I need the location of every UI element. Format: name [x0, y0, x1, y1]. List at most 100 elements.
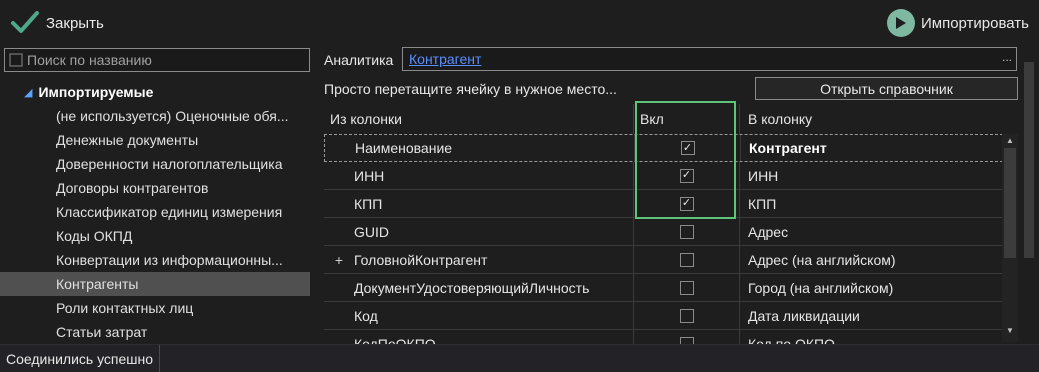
drag-hint: Просто перетащите ячейку в нужное место.…: [324, 81, 617, 97]
from-column-cell[interactable]: ИНН: [324, 162, 634, 189]
analytics-field[interactable]: Контрагент ...: [402, 47, 1017, 71]
from-column-cell[interactable]: КодПоОКПО: [324, 330, 634, 344]
panel-scrollbar[interactable]: [1021, 60, 1037, 344]
from-column-label: КодПоОКПО: [354, 335, 436, 345]
tree-item[interactable]: Денежные документы: [0, 128, 310, 152]
to-column-cell[interactable]: Дата ликвидации: [740, 302, 1000, 329]
tree-item[interactable]: Доверенности налогоплательщика: [0, 152, 310, 176]
play-icon: [886, 9, 915, 37]
toolbar: Закрыть Импортировать: [0, 0, 1039, 44]
scroll-down-icon[interactable]: ▼: [1002, 326, 1018, 335]
to-column-cell[interactable]: Город (на английском): [740, 274, 1000, 301]
tree-item-label: Коды ОКПД: [56, 228, 133, 244]
enabled-cell: ✓: [635, 135, 741, 161]
from-column-label: Наименование: [355, 140, 453, 156]
enabled-checkbox[interactable]: [679, 280, 694, 295]
table-row[interactable]: КодПоОКПО Код по ОКПО: [324, 330, 1018, 344]
from-column-label: КПП: [354, 195, 383, 212]
enabled-checkbox[interactable]: ✓: [680, 141, 695, 155]
header-to-column[interactable]: В колонку: [740, 104, 1000, 134]
enabled-cell: [634, 330, 740, 344]
analytics-label: Аналитика: [324, 52, 394, 68]
enabled-checkbox[interactable]: ✓: [679, 168, 694, 183]
expand-icon[interactable]: +: [324, 252, 354, 268]
catalog-tree: ◢ Импортируемые (не используется) Оценоч…: [0, 80, 316, 344]
to-column-cell[interactable]: Адрес (на английском): [740, 246, 1000, 273]
from-column-cell[interactable]: GUID: [324, 218, 634, 245]
tree-item[interactable]: Классификатор единиц измерения: [0, 200, 310, 224]
from-column-cell[interactable]: + ГоловнойКонтрагент: [324, 246, 634, 273]
tree-item[interactable]: Статьи затрат: [0, 320, 310, 344]
close-button-label: Закрыть: [46, 14, 104, 32]
tree-group-label: Импортируемые: [38, 84, 154, 100]
to-column-cell[interactable]: Код по ОКПО: [740, 330, 1000, 345]
enabled-checkbox[interactable]: [679, 336, 694, 344]
checkmark-icon: [11, 11, 39, 33]
tree-item-label: Статьи затрат: [56, 324, 148, 340]
to-column-cell[interactable]: КПП: [740, 190, 1000, 217]
enabled-cell: [634, 302, 740, 329]
to-column-cell[interactable]: Адрес: [740, 218, 1000, 245]
grid-scrollbar[interactable]: ▲ ▼: [1002, 134, 1018, 342]
search-box: [4, 48, 310, 72]
close-button[interactable]: Закрыть: [10, 8, 104, 38]
tree-item-label: Договоры контрагентов: [56, 180, 209, 196]
tree-item-label: Конвертации из информационны...: [56, 252, 283, 268]
to-column-cell[interactable]: ИНН: [740, 162, 1000, 189]
header-from-column[interactable]: Из колонки: [324, 104, 634, 134]
open-directory-button[interactable]: Открыть справочник: [755, 77, 1018, 100]
enabled-cell: [634, 274, 740, 301]
enabled-checkbox[interactable]: ✓: [679, 196, 694, 211]
enabled-cell: ✓: [634, 162, 740, 189]
scrollbar-thumb[interactable]: [1024, 62, 1034, 258]
header-enabled[interactable]: Вкл: [634, 104, 740, 134]
import-button-label: Импортировать: [920, 14, 1029, 32]
tree-item[interactable]: (не используется) Оценочные обя...: [0, 104, 310, 128]
scrollbar-thumb[interactable]: [1004, 148, 1016, 258]
import-button[interactable]: Импортировать: [886, 9, 1029, 37]
table-row[interactable]: ИНН ✓ ИНН: [324, 162, 1018, 190]
table-row[interactable]: GUID Адрес: [324, 218, 1018, 246]
check-icon: ✓: [682, 141, 693, 154]
table-row[interactable]: Наименование ✓ Контрагент: [324, 134, 1018, 162]
check-icon: ✓: [681, 197, 692, 209]
collapse-arrow-icon[interactable]: ◢: [24, 86, 32, 99]
tree-item-label: Денежные документы: [56, 132, 199, 148]
tree-item[interactable]: Коды ОКПД: [0, 224, 310, 248]
enabled-checkbox[interactable]: [679, 308, 694, 323]
tree-item-label: Роли контактных лиц: [56, 300, 194, 316]
tree-group-importable[interactable]: ◢ Импортируемые: [0, 80, 316, 104]
tree-item[interactable]: Договоры контрагентов: [0, 176, 310, 200]
analytics-row: Аналитика: [324, 48, 393, 72]
from-column-cell[interactable]: ДокументУдостоверяющийЛичность: [324, 274, 634, 301]
enabled-cell: [634, 218, 740, 245]
table-row[interactable]: Код Дата ликвидации: [324, 302, 1018, 330]
mapping-panel: Аналитика Контрагент ... Просто перетащи…: [316, 44, 1039, 344]
ellipsis-icon[interactable]: ...: [1002, 50, 1012, 64]
enabled-cell: [634, 246, 740, 273]
analytics-link[interactable]: Контрагент: [409, 51, 481, 67]
table-row[interactable]: КПП ✓ КПП: [324, 190, 1018, 218]
tree-item-label: Доверенности налогоплательщика: [56, 156, 283, 172]
to-column-cell[interactable]: Контрагент: [741, 135, 1001, 161]
tree-item-label: (не используется) Оценочные обя...: [56, 108, 289, 124]
scroll-up-icon[interactable]: ▲: [1002, 136, 1018, 145]
tree-item[interactable]: Конвертации из информационны...: [0, 248, 310, 272]
from-column-cell[interactable]: Код: [324, 302, 634, 329]
from-column-cell[interactable]: Наименование: [325, 135, 635, 161]
table-row[interactable]: ДокументУдостоверяющийЛичность Город (на …: [324, 274, 1018, 302]
from-column-label: Код: [354, 307, 378, 324]
enabled-checkbox[interactable]: [679, 252, 694, 267]
from-column-label: ГоловнойКонтрагент: [354, 251, 488, 268]
from-column-cell[interactable]: КПП: [324, 190, 634, 217]
grid-body: Наименование ✓ Контрагент ИНН ✓ ИНН КПП ✓ КПП GUI…: [324, 134, 1018, 344]
table-row[interactable]: + ГоловнойКонтрагент Адрес (на английском): [324, 246, 1018, 274]
enabled-checkbox[interactable]: [679, 224, 694, 239]
catalog-panel: ◢ Импортируемые (не используется) Оценоч…: [0, 44, 316, 344]
tree-item-selected[interactable]: Контрагенты: [0, 272, 310, 296]
tree-item[interactable]: Роли контактных лиц: [0, 296, 310, 320]
status-bar: Соединились успешно: [0, 344, 1039, 372]
search-icon: [9, 53, 23, 67]
from-column-label: ДокументУдостоверяющийЛичность: [354, 279, 590, 296]
search-input[interactable]: [27, 52, 297, 68]
